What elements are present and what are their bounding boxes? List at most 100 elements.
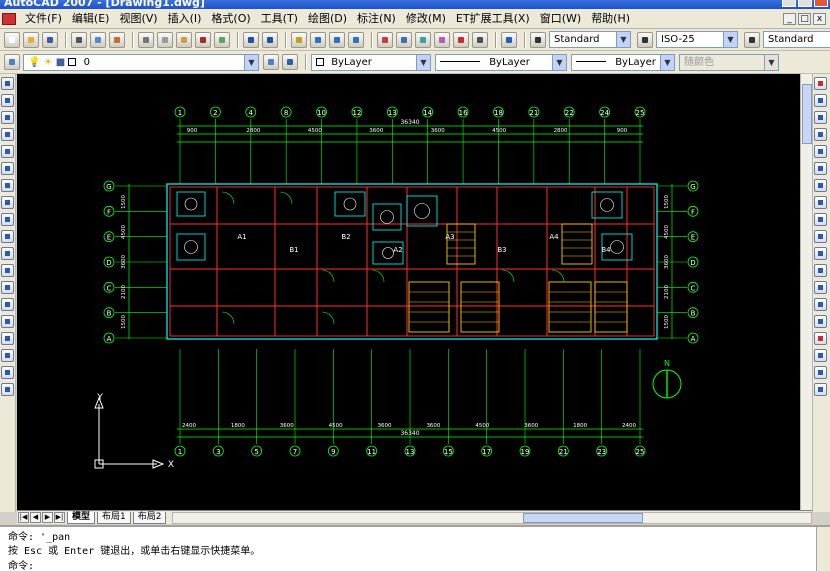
chevron-down-icon[interactable]: ▼ <box>552 54 566 70</box>
scale-icon[interactable] <box>814 196 827 209</box>
tool-palettes-icon[interactable] <box>415 31 431 48</box>
pan-icon[interactable] <box>291 31 307 48</box>
construction-line-icon[interactable] <box>1 94 14 107</box>
fillet-icon[interactable] <box>814 315 827 328</box>
color-select[interactable]: ByLayer ▼ <box>311 53 431 71</box>
tab-layout2[interactable]: 布局2 <box>132 511 167 524</box>
zoom-previous-icon[interactable] <box>348 31 364 48</box>
chamfer-icon[interactable] <box>814 298 827 311</box>
join-icon[interactable] <box>814 281 827 294</box>
undo-icon[interactable] <box>243 31 259 48</box>
block-editor-icon[interactable] <box>214 31 230 48</box>
arc-icon[interactable] <box>1 162 14 175</box>
rectangle-icon[interactable] <box>1 145 14 158</box>
zoom-window-icon[interactable] <box>329 31 345 48</box>
menu-tools[interactable]: 工具(T) <box>256 10 303 28</box>
zoom-realtime-icon[interactable] <box>310 31 326 48</box>
make-block-icon[interactable] <box>1 281 14 294</box>
cut-icon[interactable] <box>138 31 154 48</box>
layer-select[interactable]: 💡 ☀ ■ 0 ▼ <box>23 53 259 71</box>
redo-icon[interactable] <box>262 31 278 48</box>
polygon-icon[interactable] <box>1 128 14 141</box>
sheet-set-icon[interactable] <box>434 31 450 48</box>
table-icon[interactable] <box>1 366 14 379</box>
multiline-text-icon[interactable] <box>1 383 14 396</box>
doc-minimize-button[interactable]: _ <box>783 12 796 25</box>
region-icon[interactable] <box>1 349 14 362</box>
menu-file[interactable]: 文件(F) <box>20 10 67 28</box>
copy-object-icon[interactable] <box>814 94 827 107</box>
make-current-layer-icon[interactable] <box>263 54 279 70</box>
maximize-button[interactable] <box>798 0 812 7</box>
menu-insert[interactable]: 插入(I) <box>163 10 207 28</box>
plot-style-select[interactable]: 随颜色 ▼ <box>679 53 779 71</box>
vertical-scrollbar[interactable] <box>800 74 812 512</box>
gradient-icon[interactable] <box>1 332 14 345</box>
menu-edit[interactable]: 编辑(E) <box>67 10 115 28</box>
chevron-down-icon[interactable]: ▼ <box>764 54 778 70</box>
insert-block-icon[interactable] <box>1 264 14 277</box>
copy-icon[interactable] <box>157 31 173 48</box>
snap-icon[interactable] <box>814 349 827 362</box>
rotate-icon[interactable] <box>814 179 827 192</box>
paste-icon[interactable] <box>176 31 192 48</box>
revision-cloud-icon[interactable] <box>1 196 14 209</box>
spline-icon[interactable] <box>1 213 14 226</box>
break-icon[interactable] <box>814 264 827 277</box>
dim-style-icon[interactable] <box>637 31 653 48</box>
stretch-icon[interactable] <box>814 213 827 226</box>
menu-modify[interactable]: 修改(M) <box>401 10 451 28</box>
chevron-down-icon[interactable]: ▼ <box>416 54 430 70</box>
explode-icon[interactable] <box>814 332 827 345</box>
chevron-down-icon[interactable]: ▼ <box>723 32 737 47</box>
menu-dimension[interactable]: 标注(N) <box>352 10 401 28</box>
design-center-icon[interactable] <box>396 31 412 48</box>
minimize-button[interactable] <box>782 0 796 7</box>
linetype-select[interactable]: ByLayer ▼ <box>435 53 567 71</box>
text-style-icon[interactable] <box>530 31 546 48</box>
close-button[interactable] <box>814 0 828 7</box>
open-file-icon[interactable] <box>23 31 39 48</box>
markup-icon[interactable] <box>453 31 469 48</box>
text-style-select[interactable]: Standard ▼ <box>549 31 631 48</box>
mirror-icon[interactable] <box>814 111 827 124</box>
circle-icon[interactable] <box>1 179 14 192</box>
tab-layout1[interactable]: 布局1 <box>97 511 131 524</box>
offset-icon[interactable] <box>814 128 827 141</box>
table-style-select[interactable]: Standard <box>763 31 830 48</box>
dim-style-select[interactable]: ISO-25 ▼ <box>656 31 738 48</box>
hatch-icon[interactable] <box>1 315 14 328</box>
print-icon[interactable] <box>71 31 87 48</box>
print-preview-icon[interactable] <box>90 31 106 48</box>
publish-icon[interactable] <box>109 31 125 48</box>
autocad-icon[interactable] <box>2 12 16 25</box>
horizontal-scroll-thumb[interactable] <box>523 512 644 523</box>
horizontal-scrollbar[interactable] <box>172 511 812 524</box>
ellipse-arc-icon[interactable] <box>1 247 14 260</box>
next-tab-button[interactable]: ▶ <box>42 512 53 523</box>
layer-manager-icon[interactable] <box>4 54 20 70</box>
match-properties-icon[interactable] <box>195 31 211 48</box>
layer-previous-icon[interactable] <box>282 54 298 70</box>
menu-draw[interactable]: 绘图(D) <box>303 10 352 28</box>
chevron-down-icon[interactable]: ▼ <box>244 54 258 70</box>
last-tab-button[interactable]: ▶| <box>54 512 65 523</box>
array-icon[interactable] <box>814 145 827 158</box>
menu-help[interactable]: 帮助(H) <box>586 10 635 28</box>
lineweight-select[interactable]: ByLayer ▼ <box>571 53 675 71</box>
ortho-icon[interactable] <box>814 383 827 396</box>
new-file-icon[interactable] <box>4 31 20 48</box>
chevron-down-icon[interactable]: ▼ <box>616 32 630 47</box>
calculator-icon[interactable] <box>472 31 488 48</box>
doc-close-button[interactable]: x <box>813 12 826 25</box>
menu-format[interactable]: 格式(O) <box>206 10 255 28</box>
save-icon[interactable] <box>42 31 58 48</box>
move-icon[interactable] <box>814 162 827 175</box>
erase-icon[interactable] <box>814 77 827 90</box>
line-icon[interactable] <box>1 77 14 90</box>
prev-tab-button[interactable]: ◀ <box>30 512 41 523</box>
command-prompt[interactable]: 命令: <box>8 557 34 571</box>
grid-icon[interactable] <box>814 366 827 379</box>
menu-express-tools[interactable]: ET扩展工具(X) <box>451 10 535 28</box>
command-scrollbar[interactable] <box>816 527 830 571</box>
